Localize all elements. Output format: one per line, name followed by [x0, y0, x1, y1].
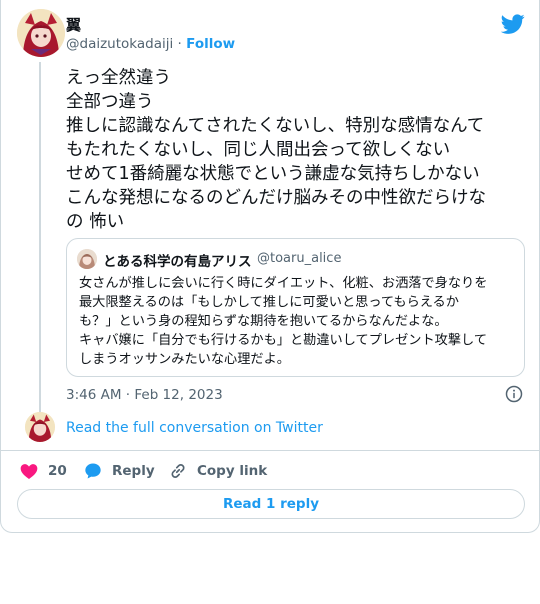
- tweet-timestamp[interactable]: 3:46 AM · Feb 12, 2023: [66, 387, 223, 403]
- author-handle[interactable]: @daizutokadaiji: [66, 36, 173, 52]
- like-count: 20: [48, 463, 67, 479]
- author-name[interactable]: 翼: [66, 14, 81, 35]
- heart-icon: [20, 464, 38, 479]
- thread-line: [39, 62, 41, 412]
- divider: [1, 450, 539, 451]
- reply-label: Reply: [112, 463, 155, 479]
- author-meta: @daizutokadaiji · Follow: [66, 36, 235, 52]
- tweet-text: えっ全然違う 全部つ違う 推しに認識なんてされたくないし、特別な感情なんて もた…: [66, 68, 486, 232]
- link-icon: [171, 464, 185, 478]
- reply-bubble-icon: [85, 463, 101, 479]
- conversation-avatar: [25, 412, 55, 442]
- read-replies-button[interactable]: Read 1 reply: [17, 489, 525, 519]
- quote-author-name: とある科学の有島アリス: [103, 254, 252, 270]
- meta-separator: ·: [177, 36, 182, 52]
- copy-link-button[interactable]: Copy link: [168, 460, 267, 482]
- reply-button[interactable]: Reply: [83, 460, 155, 482]
- quote-author-handle: @toaru_alice: [257, 251, 342, 266]
- read-full-conversation-link[interactable]: Read the full conversation on Twitter: [66, 420, 323, 436]
- copy-link-label: Copy link: [197, 463, 268, 479]
- twitter-bird-icon[interactable]: [501, 12, 525, 36]
- quote-text: 女さんが推しに会いに行く時にダイエット、化粧、お洒落で身なりを 最大限整えるのは…: [79, 276, 488, 367]
- quote-author-avatar: [77, 249, 97, 269]
- quote-tweet[interactable]: とある科学の有島アリス @toaru_alice 女さんが推しに会いに行く時にダ…: [66, 238, 525, 377]
- like-button[interactable]: 20: [19, 460, 67, 482]
- tweet-card: 翼 @daizutokadaiji · Follow えっ全然違う 全部つ違う …: [0, 0, 540, 533]
- follow-button[interactable]: Follow: [186, 36, 235, 52]
- author-avatar[interactable]: [17, 9, 65, 57]
- info-icon[interactable]: [505, 385, 523, 403]
